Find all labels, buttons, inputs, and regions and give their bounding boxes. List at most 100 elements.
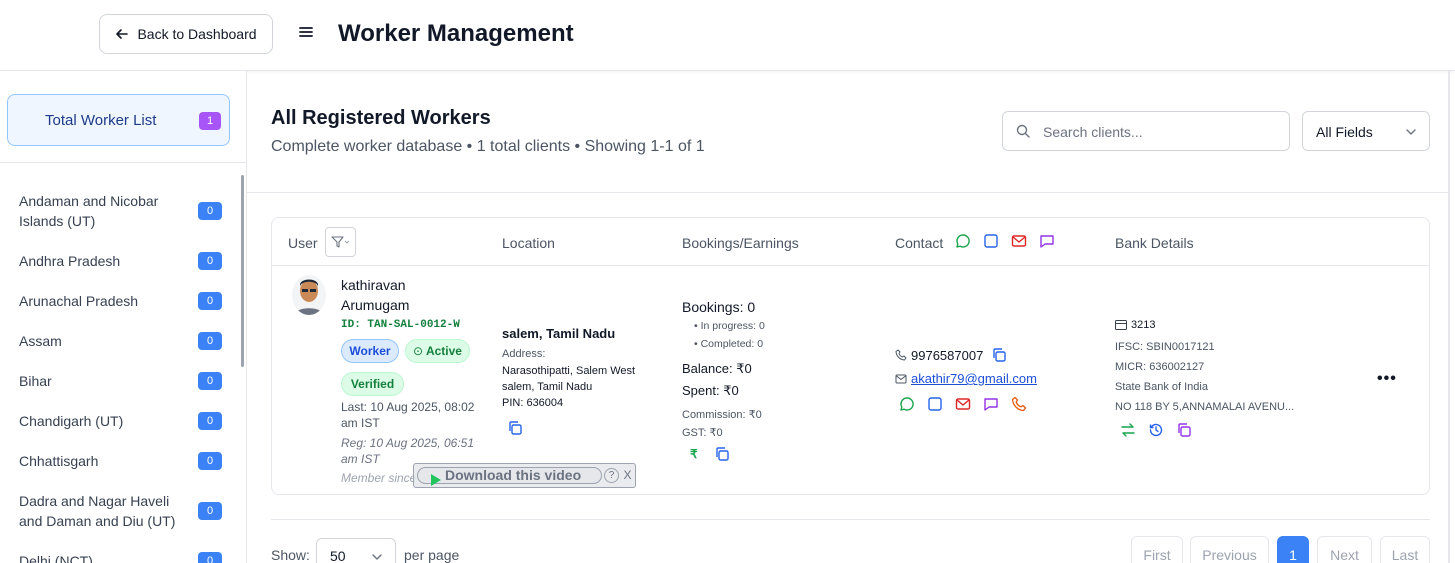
download-label: Download this video: [445, 467, 582, 483]
back-to-dashboard-button[interactable]: Back to Dashboard: [99, 14, 273, 54]
message-icon[interactable]: [1039, 233, 1055, 249]
sidebar-item-andaman[interactable]: Andaman and Nicobar Islands (UT) 0: [0, 185, 240, 235]
sidebar: Total Worker List 1 Andaman and Nicobar …: [0, 71, 247, 563]
state-count-badge: 0: [198, 452, 222, 470]
state-count-badge: 0: [198, 332, 222, 350]
search-icon: [1016, 124, 1030, 138]
field-filter-value: All Fields: [1316, 124, 1373, 140]
spent-text: Spent: ₹0: [682, 383, 739, 398]
balance-text: Balance: ₹0: [682, 361, 752, 376]
contact-actions: [899, 396, 1027, 412]
history-icon[interactable]: [1148, 422, 1164, 438]
mail-icon: [895, 374, 907, 383]
mail-icon[interactable]: [1011, 233, 1027, 249]
mail-icon[interactable]: [955, 396, 971, 412]
total-worker-list-button[interactable]: Total Worker List 1: [7, 94, 230, 146]
sidebar-item-andhra[interactable]: Andhra Pradesh 0: [0, 245, 240, 285]
page-scrollbar-track: [1448, 71, 1450, 563]
per-page-select[interactable]: 50: [316, 538, 396, 563]
per-page-value: 50: [330, 548, 346, 563]
state-count-badge: 0: [198, 552, 222, 563]
transfer-icon[interactable]: [1120, 422, 1136, 438]
footer-divider: [271, 519, 1430, 520]
worker-name[interactable]: kathiravan Arumugam: [341, 275, 441, 315]
credit-card-icon: [1115, 320, 1127, 330]
square-icon[interactable]: [927, 396, 943, 412]
arrow-left-icon: [116, 29, 129, 39]
role-badge: Worker: [341, 339, 399, 363]
column-header-bookings: Bookings/Earnings: [682, 235, 799, 251]
previous-page-button[interactable]: Previous: [1190, 536, 1269, 563]
check-circle-icon: ⊙: [413, 344, 424, 358]
sidebar-item-bihar[interactable]: Bihar 0: [0, 365, 240, 405]
more-actions-button[interactable]: •••: [1377, 370, 1397, 388]
user-filter-button[interactable]: [325, 227, 356, 257]
state-count-badge: 0: [198, 502, 222, 520]
play-icon: [431, 474, 441, 486]
sidebar-item-delhi[interactable]: Delhi (NCT) 0: [0, 545, 240, 563]
copy-icon[interactable]: [507, 420, 523, 436]
worker-id: ID: TAN-SAL-0012-W: [341, 319, 460, 331]
phone-icon[interactable]: [1011, 396, 1027, 412]
state-name: Andhra Pradesh: [19, 253, 121, 269]
top-header: Back to Dashboard Worker Management: [0, 0, 1455, 71]
sidebar-item-chandigarh[interactable]: Chandigarh (UT) 0: [0, 405, 240, 445]
download-video-overlay: Download this video ? X: [413, 463, 636, 488]
search-box[interactable]: [1002, 111, 1290, 151]
filter-icon: [331, 236, 350, 248]
copy-icon[interactable]: [991, 347, 1007, 363]
rupee-icon[interactable]: ₹: [690, 447, 698, 461]
email-address: akathir79@gmail.com: [895, 371, 1037, 386]
field-filter-select[interactable]: All Fields: [1302, 111, 1430, 151]
last-page-button[interactable]: Last: [1380, 536, 1430, 563]
square-icon[interactable]: [983, 233, 999, 249]
chevron-down-icon: [1406, 129, 1416, 135]
show-label: Show:: [271, 547, 310, 563]
per-page-label: per page: [404, 547, 460, 563]
table-header: User Location Bookings/Earnings Contact …: [272, 218, 1429, 266]
user-photo: [292, 275, 326, 315]
download-video-button[interactable]: Download this video: [417, 467, 602, 486]
state-count-badge: 0: [198, 372, 222, 390]
bookings-in-progress: • In progress: 0: [694, 320, 765, 332]
bookings-total: Bookings: 0: [682, 299, 756, 315]
column-header-contact: Contact: [895, 235, 944, 251]
hamburger-menu-icon[interactable]: [298, 24, 314, 40]
help-button[interactable]: ?: [604, 468, 619, 483]
message-icon[interactable]: [983, 396, 999, 412]
state-name: Dadra and Nagar Haveli and Daman and Diu…: [19, 493, 176, 529]
bank-address-text: NO 118 BY 5,ANNAMALAI AVENU...: [1115, 401, 1295, 413]
state-name: Chandigarh (UT): [19, 413, 124, 429]
column-header-location: Location: [502, 235, 555, 251]
sidebar-scrollbar[interactable]: [241, 175, 244, 367]
first-page-button[interactable]: First: [1131, 536, 1183, 563]
phone-number: 9976587007: [895, 347, 1007, 363]
close-button[interactable]: X: [621, 468, 634, 483]
bank-actions: [1120, 422, 1192, 438]
back-button-label: Back to Dashboard: [137, 26, 257, 42]
bank-account: 3213: [1115, 319, 1155, 331]
current-page-button[interactable]: 1: [1277, 536, 1309, 563]
state-name: Assam: [19, 333, 62, 349]
whatsapp-icon[interactable]: [899, 396, 915, 412]
avatar: [292, 275, 326, 315]
phone-icon: [895, 349, 907, 361]
sidebar-item-arunachal[interactable]: Arunachal Pradesh 0: [0, 285, 240, 325]
status-label: Active: [425, 344, 462, 358]
account-number: 3213: [1131, 319, 1156, 331]
whatsapp-icon[interactable]: [955, 233, 971, 249]
next-page-button[interactable]: Next: [1317, 536, 1372, 563]
copy-icon[interactable]: [1176, 422, 1192, 438]
copy-icon[interactable]: [714, 446, 730, 462]
state-name: Bihar: [19, 373, 52, 389]
sidebar-item-dadra[interactable]: Dadra and Nagar Haveli and Daman and Diu…: [0, 485, 240, 535]
section-title: All Registered Workers: [271, 107, 491, 129]
state-name: Andaman and Nicobar Islands (UT): [19, 193, 159, 229]
sidebar-item-assam[interactable]: Assam 0: [0, 325, 240, 365]
ifsc-text: IFSC: SBIN0017121: [1115, 341, 1215, 353]
sidebar-item-chhattisgarh[interactable]: Chhattisgarh 0: [0, 445, 240, 485]
email-link[interactable]: akathir79@gmail.com: [911, 371, 1037, 386]
status-badge: ⊙ Active: [405, 339, 470, 363]
micr-text: MICR: 636002127: [1115, 361, 1205, 373]
search-input[interactable]: [1043, 121, 1283, 143]
